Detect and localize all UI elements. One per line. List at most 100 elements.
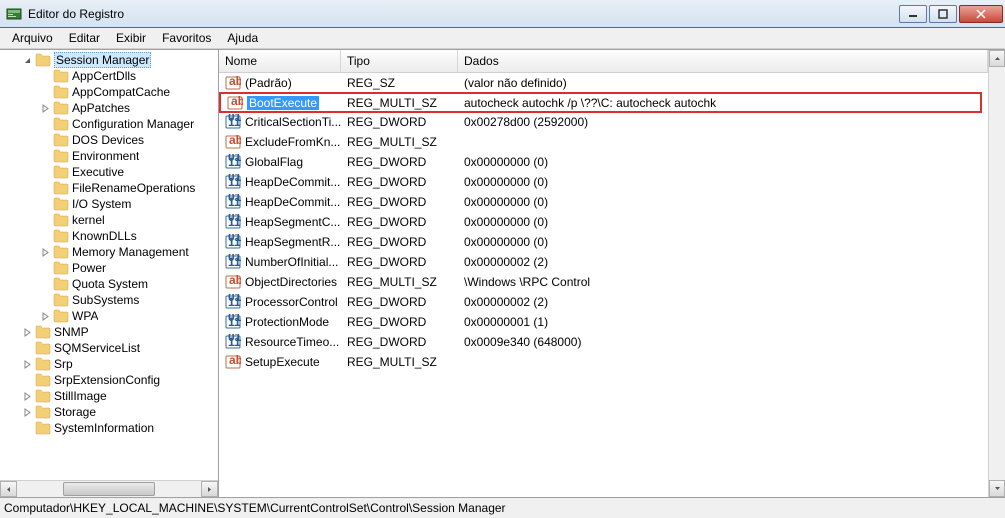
tree-item[interactable]: SystemInformation — [0, 420, 218, 436]
tree-item[interactable]: StillImage — [0, 388, 218, 404]
tree-item[interactable]: Power — [0, 260, 218, 276]
tree-item[interactable]: Quota System — [0, 276, 218, 292]
scroll-track[interactable] — [17, 481, 201, 497]
cell-data: 0x0009e340 (648000) — [458, 335, 988, 349]
scroll-left-arrow[interactable] — [0, 481, 17, 497]
tree-item[interactable]: AppCompatCache — [0, 84, 218, 100]
tree-item[interactable]: SNMP — [0, 324, 218, 340]
cell-type: REG_DWORD — [341, 115, 458, 129]
cell-name: abObjectDirectories — [219, 274, 341, 290]
expand-icon[interactable] — [40, 311, 51, 322]
scroll-right-arrow[interactable] — [201, 481, 218, 497]
tree-item[interactable]: Executive — [0, 164, 218, 180]
cell-type: REG_DWORD — [341, 235, 458, 249]
tree-item[interactable]: FileRenameOperations — [0, 180, 218, 196]
menubar: Arquivo Editar Exibir Favoritos Ajuda — [0, 28, 1005, 49]
scroll-down-arrow[interactable] — [989, 480, 1005, 497]
expander-placeholder — [22, 375, 33, 386]
tree-item[interactable]: WPA — [0, 308, 218, 324]
list-vertical-scrollbar[interactable] — [988, 50, 1005, 497]
cell-type: REG_MULTI_SZ — [341, 96, 458, 110]
list-row[interactable]: 011110ResourceTimeo...REG_DWORD0x0009e34… — [219, 332, 988, 352]
tree-item[interactable]: Session Manager — [0, 52, 218, 68]
list-row[interactable]: abObjectDirectoriesREG_MULTI_SZ\Windows … — [219, 272, 988, 292]
tree-item[interactable]: Memory Management — [0, 244, 218, 260]
cell-type: REG_DWORD — [341, 195, 458, 209]
tree-horizontal-scrollbar[interactable] — [0, 480, 218, 497]
svg-text:110: 110 — [228, 295, 241, 309]
list-row[interactable]: 011110HeapDeCommit...REG_DWORD0x00000000… — [219, 172, 988, 192]
list-row[interactable]: abExcludeFromKn...REG_MULTI_SZ — [219, 132, 988, 152]
cell-name: 011110HeapSegmentR... — [219, 234, 341, 250]
tree-item-label: SystemInformation — [54, 421, 154, 435]
tree-item[interactable]: SQMServiceList — [0, 340, 218, 356]
tree-item[interactable]: ApPatches — [0, 100, 218, 116]
menu-ajuda[interactable]: Ajuda — [219, 29, 266, 47]
cell-type: REG_DWORD — [341, 215, 458, 229]
expander-placeholder — [40, 151, 51, 162]
scroll-up-arrow[interactable] — [989, 50, 1005, 67]
values-list: Nome Tipo Dados ab(Padrão)REG_SZ(valor n… — [219, 50, 988, 497]
expander-placeholder — [22, 423, 33, 434]
list-row[interactable]: 011110HeapSegmentC...REG_DWORD0x00000000… — [219, 212, 988, 232]
tree-item-label: KnownDLLs — [72, 229, 137, 243]
scroll-thumb[interactable] — [63, 482, 155, 496]
collapse-icon[interactable] — [22, 55, 33, 66]
cell-data: (valor não definido) — [458, 76, 988, 90]
menu-exibir[interactable]: Exibir — [108, 29, 154, 47]
close-button[interactable] — [959, 5, 1003, 23]
expand-icon[interactable] — [22, 391, 33, 402]
menu-arquivo[interactable]: Arquivo — [4, 29, 61, 47]
tree-item[interactable]: Srp — [0, 356, 218, 372]
tree-item[interactable]: I/O System — [0, 196, 218, 212]
menu-editar[interactable]: Editar — [61, 29, 108, 47]
tree-item-label: WPA — [72, 309, 98, 323]
list-row[interactable]: abSetupExecuteREG_MULTI_SZ — [219, 352, 988, 372]
tree-item[interactable]: SrpExtensionConfig — [0, 372, 218, 388]
maximize-button[interactable] — [929, 5, 957, 23]
tree-item[interactable]: SubSystems — [0, 292, 218, 308]
value-name: CriticalSectionTi... — [245, 115, 341, 129]
statusbar-path: Computador\HKEY_LOCAL_MACHINE\SYSTEM\Cur… — [4, 501, 506, 515]
column-header-data[interactable]: Dados — [458, 50, 988, 72]
menu-favoritos[interactable]: Favoritos — [154, 29, 219, 47]
list-row[interactable]: 011110ProcessorControlREG_DWORD0x0000000… — [219, 292, 988, 312]
tree-item[interactable]: kernel — [0, 212, 218, 228]
list-row[interactable]: 011110HeapSegmentR...REG_DWORD0x00000000… — [219, 232, 988, 252]
list-row[interactable]: 011110CriticalSectionTi...REG_DWORD0x002… — [219, 112, 988, 132]
expand-icon[interactable] — [40, 103, 51, 114]
expand-icon[interactable] — [22, 359, 33, 370]
expand-icon[interactable] — [40, 247, 51, 258]
cell-data: 0x00000001 (1) — [458, 315, 988, 329]
cell-type: REG_SZ — [341, 76, 458, 90]
expand-icon[interactable] — [22, 327, 33, 338]
app-icon — [6, 6, 22, 22]
svg-text:110: 110 — [228, 315, 241, 329]
minimize-button[interactable] — [899, 5, 927, 23]
tree-item[interactable]: AppCertDlls — [0, 68, 218, 84]
list-row[interactable]: 011110ProtectionModeREG_DWORD0x00000001 … — [219, 312, 988, 332]
expand-icon[interactable] — [22, 407, 33, 418]
tree-item-label: Configuration Manager — [72, 117, 194, 131]
column-header-type[interactable]: Tipo — [341, 50, 458, 72]
tree-item-label: AppCompatCache — [72, 85, 170, 99]
svg-text:ab: ab — [231, 95, 243, 108]
value-name: ObjectDirectories — [245, 275, 337, 289]
list-row[interactable]: ab(Padrão)REG_SZ(valor não definido) — [219, 73, 988, 93]
list-body[interactable]: ab(Padrão)REG_SZ(valor não definido)abBo… — [219, 73, 988, 497]
scroll-track[interactable] — [989, 67, 1005, 480]
tree-item[interactable]: Configuration Manager — [0, 116, 218, 132]
registry-tree[interactable]: Session ManagerAppCertDllsAppCompatCache… — [0, 50, 218, 480]
list-row[interactable]: 011110NumberOfInitial...REG_DWORD0x00000… — [219, 252, 988, 272]
cell-name: ab(Padrão) — [219, 75, 341, 91]
tree-item[interactable]: Environment — [0, 148, 218, 164]
main-area: Session ManagerAppCertDllsAppCompatCache… — [0, 49, 1005, 497]
column-header-name[interactable]: Nome — [219, 50, 341, 72]
list-row[interactable]: 011110HeapDeCommit...REG_DWORD0x00000000… — [219, 192, 988, 212]
tree-item[interactable]: KnownDLLs — [0, 228, 218, 244]
cell-type: REG_DWORD — [341, 335, 458, 349]
list-row[interactable]: 011110GlobalFlagREG_DWORD0x00000000 (0) — [219, 152, 988, 172]
tree-item[interactable]: Storage — [0, 404, 218, 420]
list-row[interactable]: abBootExecuteREG_MULTI_SZautocheck autoc… — [219, 92, 982, 113]
tree-item[interactable]: DOS Devices — [0, 132, 218, 148]
